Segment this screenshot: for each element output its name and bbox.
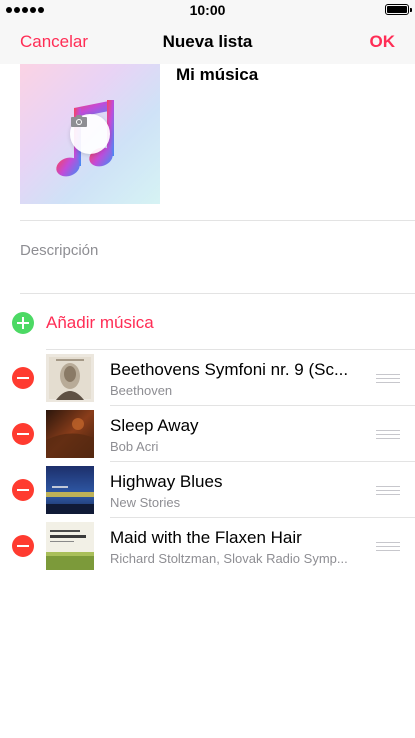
album-cover [46,466,94,514]
track-title: Beethovens Symfoni nr. 9 (Sc... [110,360,349,379]
track-title: Highway Blues [110,472,223,491]
reorder-handle-icon[interactable] [376,430,400,439]
add-music-button[interactable]: Añadir música [12,312,154,334]
ok-button[interactable]: OK [370,32,396,52]
track-row[interactable]: Highway Blues New Stories [0,462,415,518]
camera-button[interactable] [70,114,110,154]
delete-track-button[interactable] [12,367,34,389]
track-row[interactable]: Sleep Away Bob Acri [0,406,415,462]
track-artist: Richard Stoltzman, Slovak Radio Symp... [110,551,348,566]
track-title: Sleep Away [110,416,199,435]
navigation-bar: Cancelar Nueva lista OK [0,20,415,64]
track-row[interactable]: Maid with the Flaxen Hair Richard Stoltz… [0,518,415,574]
track-artist: Beethoven [110,383,173,398]
camera-icon [71,115,87,127]
album-cover [46,354,94,402]
divider [20,293,415,294]
track-row[interactable]: Beethovens Symfoni nr. 9 (Sc... Beethove… [0,350,415,406]
playlist-title[interactable]: Mi música [176,65,258,85]
delete-track-button[interactable] [12,423,34,445]
reorder-handle-icon[interactable] [376,542,400,551]
page-title: Nueva lista [162,32,253,51]
playlist-artwork[interactable] [20,64,160,204]
reorder-handle-icon[interactable] [376,486,400,495]
delete-track-button[interactable] [12,535,34,557]
battery-icon [385,4,412,15]
track-artist: Bob Acri [110,439,159,454]
plus-circle-icon [12,312,34,334]
description-field[interactable]: Descripción [20,242,98,259]
track-title: Maid with the Flaxen Hair [110,528,302,547]
status-bar: 10:00 [0,0,415,20]
divider [20,220,415,221]
delete-track-button[interactable] [12,479,34,501]
album-cover [46,410,94,458]
track-artist: New Stories [110,495,181,510]
album-cover [46,522,94,570]
add-music-label: Añadir música [46,313,154,332]
reorder-handle-icon[interactable] [376,374,400,383]
status-time: 10:00 [189,2,226,18]
